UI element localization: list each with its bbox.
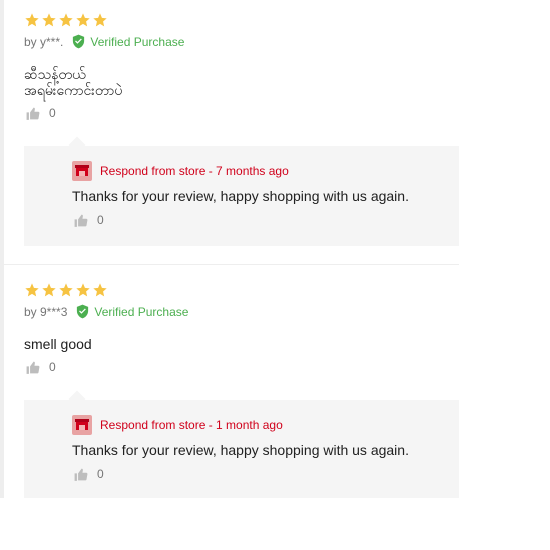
star-icon bbox=[25, 13, 39, 27]
review-meta: by y***. Verified Purchase bbox=[24, 34, 184, 49]
store-reply: Respond from store - 7 months ago Thanks… bbox=[24, 136, 459, 246]
verified-check-icon bbox=[77, 304, 89, 319]
star-icon bbox=[42, 13, 56, 27]
review-content: smell good bbox=[24, 336, 92, 352]
reply-header: Respond from store - 7 months ago bbox=[72, 161, 289, 181]
star-icon bbox=[76, 283, 90, 297]
star-icon bbox=[59, 283, 73, 297]
like-button[interactable]: 0 bbox=[26, 360, 56, 374]
review-author: by y***. bbox=[24, 34, 64, 49]
rating-stars bbox=[24, 282, 108, 298]
reply-notch bbox=[68, 136, 86, 154]
thumbs-up-icon bbox=[74, 468, 88, 481]
thumbs-up-icon bbox=[74, 214, 88, 227]
verified-check-icon bbox=[73, 34, 85, 49]
reply-text: Thanks for your review, happy shopping w… bbox=[72, 442, 409, 458]
star-icon bbox=[93, 13, 107, 27]
review-divider bbox=[4, 264, 459, 265]
reviews-panel: by y***. Verified Purchase ဆီသန့်တယ် အရမ… bbox=[0, 0, 459, 498]
star-icon bbox=[25, 283, 39, 297]
like-count: 0 bbox=[49, 106, 56, 120]
thumbs-up-icon bbox=[26, 361, 40, 374]
store-icon bbox=[72, 415, 92, 435]
verified-badge: Verified Purchase bbox=[75, 304, 188, 319]
reply-header: Respond from store - 1 month ago bbox=[72, 415, 283, 435]
reply-like-count: 0 bbox=[97, 213, 104, 227]
star-icon bbox=[93, 283, 107, 297]
star-icon bbox=[42, 283, 56, 297]
review-meta: by 9***3 Verified Purchase bbox=[24, 304, 188, 319]
reply-notch bbox=[68, 390, 86, 408]
star-icon bbox=[76, 13, 90, 27]
store-icon bbox=[72, 161, 92, 181]
reply-header-text: Respond from store - 1 month ago bbox=[100, 418, 283, 432]
like-count: 0 bbox=[49, 360, 56, 374]
verified-label: Verified Purchase bbox=[94, 304, 189, 319]
verified-label: Verified Purchase bbox=[90, 34, 185, 49]
reply-header-text: Respond from store - 7 months ago bbox=[100, 164, 289, 178]
like-button[interactable]: 0 bbox=[26, 106, 56, 120]
verified-badge: Verified Purchase bbox=[71, 34, 184, 49]
star-icon bbox=[59, 13, 73, 27]
review-item: by 9***3 Verified Purchase smell good 0 … bbox=[0, 270, 459, 498]
reply-like-button[interactable]: 0 bbox=[74, 467, 104, 481]
reply-like-button[interactable]: 0 bbox=[74, 213, 104, 227]
review-content: ဆီသန့်တယ် အရမ်းကောင်းတာပဲ bbox=[24, 66, 123, 98]
rating-stars bbox=[24, 12, 108, 28]
reply-text: Thanks for your review, happy shopping w… bbox=[72, 188, 409, 204]
store-reply: Respond from store - 1 month ago Thanks … bbox=[24, 390, 459, 498]
thumbs-up-icon bbox=[26, 107, 40, 120]
review-item: by y***. Verified Purchase ဆီသန့်တယ် အရမ… bbox=[0, 0, 459, 264]
reply-like-count: 0 bbox=[97, 467, 104, 481]
review-author: by 9***3 bbox=[24, 304, 68, 319]
